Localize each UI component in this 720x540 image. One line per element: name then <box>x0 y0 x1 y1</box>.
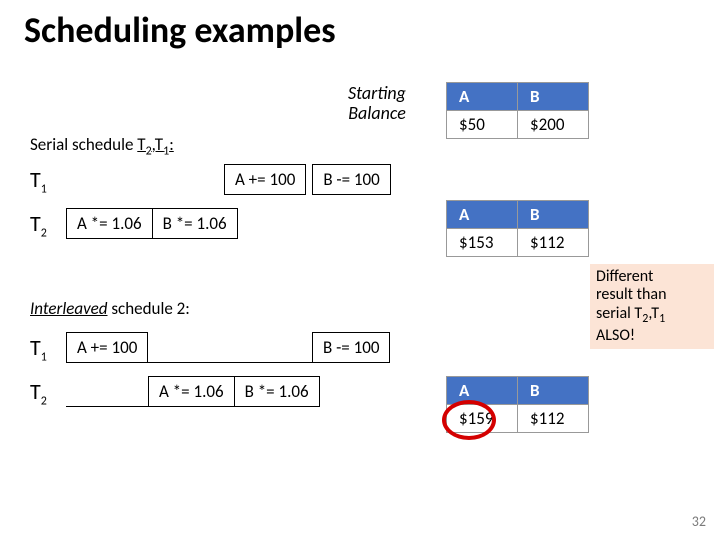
header-B-3: B <box>518 377 589 405</box>
op-a-plus-2: A += 100 <box>67 333 148 363</box>
header-A: A <box>447 83 518 111</box>
serial-res-B: $112 <box>518 229 589 257</box>
op-a-mul: A *= 1.06 <box>67 209 153 239</box>
inter-t2-label: T2 <box>30 378 47 408</box>
serial-result-table: A B $153 $112 <box>446 200 589 257</box>
op-a-plus: A += 100 <box>225 165 306 195</box>
inter-t1-op2: B -= 100 <box>312 332 390 363</box>
serial-t2-ops: A *= 1.06 B *= 1.06 <box>66 208 238 239</box>
separator-1 <box>148 362 312 363</box>
header-B: B <box>518 83 589 111</box>
serial-schedule-label: Serial schedule T2,T1: <box>30 134 174 158</box>
serial-t2-label: T2 <box>30 210 47 240</box>
op-b-mul: B *= 1.06 <box>152 209 237 239</box>
starting-balance-table: A B $50 $200 <box>446 82 589 139</box>
start-B: $200 <box>518 111 589 139</box>
note-box: Different result than serial T2,T1 ALSO! <box>590 264 714 349</box>
interleaved-schedule-label: Interleaved schedule 2: <box>30 298 190 319</box>
serial-res-A: $153 <box>447 229 518 257</box>
inter-res-B: $112 <box>518 405 589 433</box>
op-b-minus-2: B -= 100 <box>313 333 390 363</box>
inter-res-A: $159 <box>447 405 518 433</box>
serial-t1-label: T1 <box>30 166 47 196</box>
serial-t1-ops: A += 100 B -= 100 <box>224 164 391 195</box>
slide-number: 32 <box>692 513 706 530</box>
op-a-mul-2: A *= 1.06 <box>149 377 235 407</box>
starting-balance-label: Starting Balance <box>348 84 406 124</box>
slide-title: Scheduling examples <box>24 8 336 52</box>
header-B-2: B <box>518 201 589 229</box>
separator-2a <box>66 406 152 407</box>
starting-text-2: Balance <box>348 102 406 124</box>
inter-result-table: A B $159 $112 <box>446 376 589 433</box>
op-b-minus: B -= 100 <box>313 165 390 195</box>
header-A-2: A <box>447 201 518 229</box>
inter-t1-op1: A += 100 <box>66 332 148 363</box>
inter-t2-ops: A *= 1.06 B *= 1.06 <box>148 376 320 407</box>
inter-t1-label: T1 <box>30 334 47 364</box>
start-A: $50 <box>447 111 518 139</box>
op-b-mul-2: B *= 1.06 <box>234 377 319 407</box>
header-A-3: A <box>447 377 518 405</box>
starting-text-1: Starting <box>348 82 406 104</box>
